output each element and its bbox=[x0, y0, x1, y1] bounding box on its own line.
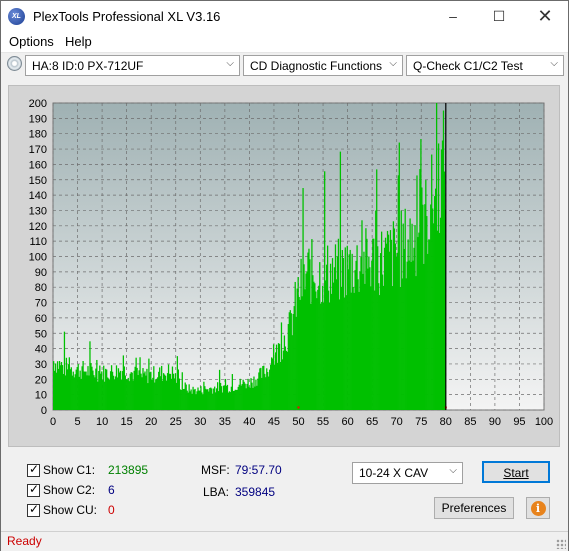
x-tick-label: 15 bbox=[121, 416, 133, 428]
x-tick-label: 10 bbox=[96, 416, 108, 428]
y-tick-label: 0 bbox=[41, 405, 47, 417]
show-c1-checkbox[interactable] bbox=[27, 462, 40, 477]
x-tick-label: 75 bbox=[415, 416, 427, 428]
y-tick-label: 70 bbox=[35, 298, 47, 310]
menu-bar: Options Help bbox=[1, 31, 568, 53]
chevron-down-icon: ⌵ bbox=[449, 465, 457, 476]
function-select[interactable]: CD Diagnostic Functions ⌵ bbox=[243, 55, 403, 76]
main-window: XL PlexTools Professional XL V3.16 – ☐ ✕… bbox=[0, 0, 569, 551]
y-tick-label: 130 bbox=[29, 205, 47, 217]
resize-grip[interactable] bbox=[556, 539, 566, 549]
cu-value: 0 bbox=[108, 503, 115, 517]
y-tick-label: 110 bbox=[29, 236, 47, 248]
x-tick-label: 30 bbox=[194, 416, 206, 428]
status-bar: Ready bbox=[1, 531, 568, 551]
speed-select-value: 10-24 X CAV bbox=[359, 466, 429, 480]
msf-label: MSF: bbox=[201, 463, 230, 477]
preferences-button-label: Preferences bbox=[441, 501, 507, 515]
x-tick-label: 100 bbox=[535, 416, 553, 428]
drive-select-value: HA:8 ID:0 PX-712UF bbox=[32, 59, 144, 73]
test-select-value: Q-Check C1/C2 Test bbox=[413, 59, 523, 73]
minimize-icon[interactable]: – bbox=[430, 1, 476, 31]
status-text: Ready bbox=[7, 534, 42, 548]
chevron-down-icon: ⌵ bbox=[550, 58, 558, 69]
x-tick-label: 50 bbox=[292, 416, 304, 428]
c1-c2-chart: 0102030405060708090100110120130140150160… bbox=[29, 98, 554, 428]
app-logo-icon: XL bbox=[8, 8, 25, 25]
show-c2-checkbox[interactable] bbox=[27, 482, 40, 497]
maximize-icon[interactable]: ☐ bbox=[476, 1, 522, 31]
y-tick-label: 10 bbox=[35, 390, 47, 402]
y-tick-label: 40 bbox=[35, 344, 47, 356]
close-icon[interactable]: ✕ bbox=[522, 1, 568, 31]
c1-value: 213895 bbox=[108, 463, 149, 477]
msf-value: 79:57.70 bbox=[235, 463, 282, 477]
x-tick-label: 95 bbox=[513, 416, 525, 428]
chart-panel: 0 10 20 30 40 50 60 70 80 90 100 110 120 130 140 150 160… bbox=[8, 85, 560, 447]
y-tick-label: 170 bbox=[29, 144, 47, 156]
toolbar: HA:8 ID:0 PX-712UF ⌵ CD Diagnostic Funct… bbox=[1, 53, 568, 79]
x-tick-label: 20 bbox=[145, 416, 157, 428]
x-tick-label: 25 bbox=[170, 416, 182, 428]
cu-label: Show CU: bbox=[43, 503, 98, 517]
x-tick-label: 60 bbox=[341, 416, 353, 428]
start-button[interactable]: Start bbox=[482, 461, 550, 483]
lba-value: 359845 bbox=[235, 485, 276, 499]
y-tick-label: 20 bbox=[35, 374, 47, 386]
x-tick-label: 70 bbox=[391, 416, 403, 428]
function-select-value: CD Diagnostic Functions bbox=[250, 59, 383, 73]
x-tick-label: 5 bbox=[74, 416, 80, 428]
window-title: PlexTools Professional XL V3.16 bbox=[33, 9, 221, 24]
stats-panel: Show C1: 213895 Show C2: 6 Show CU: 0 MS… bbox=[8, 453, 558, 525]
c2-point bbox=[297, 406, 300, 409]
title-bar[interactable]: XL PlexTools Professional XL V3.16 – ☐ ✕ bbox=[1, 1, 568, 31]
c2-label: Show C2: bbox=[43, 483, 96, 497]
chevron-down-icon: ⌵ bbox=[226, 58, 234, 69]
menu-help[interactable]: Help bbox=[65, 34, 92, 49]
disc-drive-icon bbox=[7, 56, 22, 71]
y-tick-label: 160 bbox=[29, 159, 47, 171]
x-tick-label: 35 bbox=[219, 416, 231, 428]
y-tick-label: 90 bbox=[35, 267, 47, 279]
y-tick-label: 150 bbox=[29, 175, 47, 187]
preferences-button[interactable]: Preferences bbox=[434, 497, 514, 519]
x-tick-label: 85 bbox=[464, 416, 476, 428]
menu-options[interactable]: Options bbox=[9, 34, 54, 49]
y-tick-label: 200 bbox=[29, 98, 47, 110]
x-tick-label: 80 bbox=[440, 416, 452, 428]
info-icon: i bbox=[530, 501, 546, 516]
x-tick-label: 0 bbox=[50, 416, 56, 428]
info-button[interactable]: i bbox=[526, 497, 550, 519]
x-tick-label: 40 bbox=[243, 416, 255, 428]
show-cu-checkbox[interactable] bbox=[27, 502, 40, 517]
start-button-label: Start bbox=[503, 466, 529, 480]
c2-value: 6 bbox=[108, 483, 115, 497]
drive-select[interactable]: HA:8 ID:0 PX-712UF ⌵ bbox=[25, 55, 240, 76]
y-tick-label: 30 bbox=[35, 359, 47, 371]
chevron-down-icon: ⌵ bbox=[389, 58, 397, 69]
y-tick-label: 190 bbox=[29, 113, 47, 125]
c1-label: Show C1: bbox=[43, 463, 96, 477]
lba-label: LBA: bbox=[203, 485, 230, 499]
y-tick-label: 100 bbox=[29, 252, 47, 264]
y-tick-label: 140 bbox=[29, 190, 47, 202]
y-tick-label: 60 bbox=[35, 313, 47, 325]
x-tick-label: 45 bbox=[268, 416, 280, 428]
test-select[interactable]: Q-Check C1/C2 Test ⌵ bbox=[406, 55, 564, 76]
y-tick-label: 120 bbox=[29, 221, 47, 233]
x-tick-label: 65 bbox=[366, 416, 378, 428]
y-tick-label: 50 bbox=[35, 328, 47, 340]
speed-select[interactable]: 10-24 X CAV ⌵ bbox=[352, 462, 463, 484]
x-tick-label: 90 bbox=[489, 416, 501, 428]
y-tick-label: 80 bbox=[35, 282, 47, 294]
y-tick-label: 180 bbox=[29, 129, 47, 141]
x-tick-label: 55 bbox=[317, 416, 329, 428]
